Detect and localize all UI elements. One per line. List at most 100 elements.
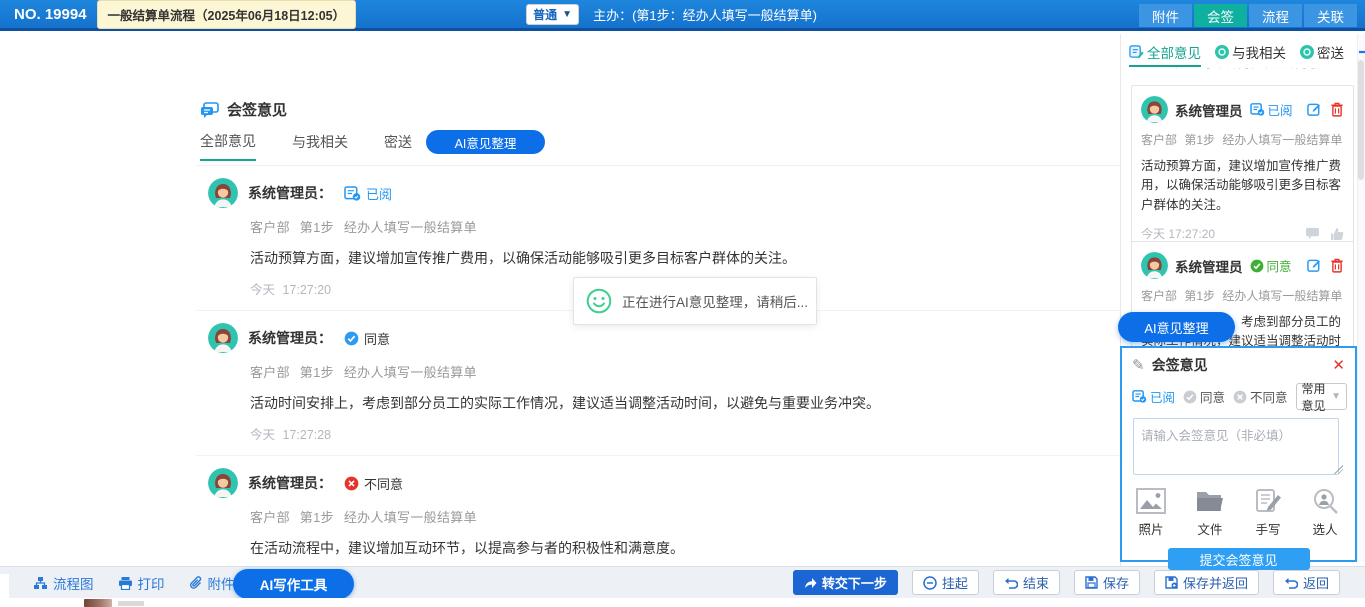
delete-trash-icon[interactable]: [1330, 102, 1344, 117]
bottom-toolbar: 流程图 打印 附件: [0, 566, 1365, 598]
tool-select-person-button[interactable]: 选人: [1311, 488, 1339, 538]
avatar: [208, 178, 238, 208]
tool-handwrite-button[interactable]: 手写: [1254, 488, 1282, 538]
tool-label: 照片: [1138, 519, 1163, 538]
handwriting-icon: [1254, 488, 1282, 514]
agree-check-icon: [344, 331, 359, 346]
priority-select-value: 普通: [533, 6, 557, 23]
ai-opinion-summary-tab[interactable]: AI意见整理: [426, 130, 545, 154]
opinion-textarea[interactable]: [1133, 418, 1339, 475]
attachment-link[interactable]: 附件: [189, 573, 235, 593]
action-label: 挂起: [942, 573, 968, 592]
folder-icon: [1195, 488, 1225, 514]
related-circle-icon: [1215, 45, 1229, 59]
forward-next-step-button[interactable]: 转交下一步: [793, 570, 898, 595]
tab-private-send[interactable]: 密送: [384, 132, 412, 160]
tab-related-to-me[interactable]: 与我相关: [292, 132, 348, 160]
tool-label: 选人: [1312, 519, 1337, 538]
preset-opinion-value: 常用意见: [1302, 380, 1332, 414]
print-link[interactable]: 打印: [118, 573, 165, 593]
status-badge: 已阅: [344, 184, 392, 203]
nav-countersign-button[interactable]: 会签: [1194, 4, 1247, 27]
thumbs-up-icon[interactable]: [1330, 227, 1344, 241]
sidebar-tab-related-to-me[interactable]: 与我相关: [1215, 42, 1286, 62]
workflow-page: NO. 19994 一般结算单流程（2025年06月18日12:05） 普通 ▼…: [0, 0, 1365, 607]
chat-bubbles-icon: [200, 102, 219, 118]
comment-meta: 客户部 第1步 经办人填写一般结算单: [250, 507, 1110, 526]
flowchart-link[interactable]: 流程图: [33, 573, 94, 593]
priority-select[interactable]: 普通 ▼: [526, 4, 579, 25]
option-agree[interactable]: 同意: [1183, 387, 1225, 406]
sidebar-tab-all-opinions[interactable]: 全部意见: [1129, 42, 1201, 67]
ai-processing-toast: 正在进行AI意见整理，请稍后...: [573, 277, 817, 325]
submit-countersign-button[interactable]: 提交会签意见: [1168, 548, 1310, 570]
close-icon[interactable]: ✕: [1332, 356, 1345, 374]
disagree-x-icon: [344, 476, 359, 491]
nav-relation-button[interactable]: 关联: [1304, 4, 1357, 27]
edit-icon[interactable]: [1307, 258, 1322, 273]
sidebar-tabs: 全部意见 与我相关 密送: [1129, 42, 1357, 68]
floppy-return-icon: [1165, 576, 1178, 589]
edit-icon[interactable]: [1307, 102, 1322, 117]
flow-title-badge: 一般结算单流程（2025年06月18日12:05）: [97, 0, 357, 29]
comment-list: 系统管理员： 已阅 客户部 第1步 经办人填写一般结算单 活动预算方面，建议增加…: [196, 165, 1120, 601]
status-badge: 同意: [344, 329, 390, 348]
comment-meta: 客户部 第1步 经办人填写一般结算单: [250, 362, 1110, 381]
comment-author: 系统管理员：: [248, 328, 332, 348]
comment-author: 系统管理员: [1175, 100, 1243, 120]
sidebar-ai-summary-button[interactable]: AI意见整理: [1118, 312, 1235, 342]
option-read[interactable]: 已阅: [1132, 387, 1175, 406]
sidebar-scrollbar-thumb[interactable]: [1358, 60, 1364, 180]
undo-arrow-icon: [1284, 577, 1298, 589]
smiley-icon: [586, 288, 612, 314]
agree-check-icon: [1250, 259, 1264, 273]
return-button[interactable]: 返回: [1273, 570, 1340, 595]
private-circle-icon: [1300, 45, 1314, 59]
tab-all-opinions[interactable]: 全部意见: [200, 131, 256, 161]
forward-arrow-icon: [804, 577, 817, 589]
person-search-icon: [1311, 488, 1339, 514]
avatar: [1141, 252, 1168, 279]
suspend-button[interactable]: 挂起: [912, 570, 979, 595]
status-label: 不同意: [364, 474, 403, 493]
finish-button[interactable]: 结束: [993, 570, 1060, 595]
tool-label: 手写: [1255, 519, 1280, 538]
read-icon: [344, 186, 361, 201]
nav-attachment-button[interactable]: 附件: [1139, 4, 1192, 27]
minus-circle-icon: [923, 576, 937, 590]
top-nav: 附件 会签 流程 关联: [1139, 4, 1357, 27]
comment-author: 系统管理员: [1175, 256, 1243, 276]
top-bar: NO. 19994 一般结算单流程（2025年06月18日12:05） 普通 ▼…: [0, 0, 1365, 31]
tool-file-button[interactable]: 文件: [1195, 488, 1225, 538]
save-button[interactable]: 保存: [1074, 570, 1140, 595]
comment-text: 活动预算方面，建议增加宣传推广费用，以确保活动能够吸引更多目标客户群体的关注。: [250, 248, 1110, 268]
comment-text: 在活动流程中，建议增加互动环节，以提高参与者的积极性和满意度。: [250, 538, 1110, 558]
option-label: 同意: [1200, 387, 1225, 406]
status-badge: 不同意: [344, 474, 403, 493]
textarea-resize-handle[interactable]: [1334, 465, 1343, 474]
sidebar-tab-private-send[interactable]: 密送: [1300, 42, 1344, 62]
status-badge: 同意: [1250, 256, 1292, 275]
reply-bubble-icon[interactable]: [1305, 227, 1320, 241]
preset-opinion-select[interactable]: 常用意见 ▼: [1296, 383, 1347, 410]
option-disagree[interactable]: 不同意: [1233, 387, 1288, 406]
option-label: 不同意: [1250, 387, 1288, 406]
main-tabs: 全部意见 与我相关 密送: [200, 131, 412, 161]
nav-process-button[interactable]: 流程: [1249, 4, 1302, 27]
link-label: 打印: [138, 573, 165, 593]
comment-time: 今天 17:27:28: [250, 424, 1110, 443]
comment-author: 系统管理员：: [248, 183, 332, 203]
save-and-return-button[interactable]: 保存并返回: [1154, 570, 1259, 595]
ai-writing-tool-button[interactable]: AI写作工具: [233, 569, 354, 599]
tool-photo-button[interactable]: 照片: [1136, 488, 1166, 538]
comment-item: 系统管理员： 同意 客户部 第1步 经办人填写一般结算单 活动时间安排上，考虑到…: [196, 311, 1120, 456]
chevron-down-icon: ▼: [1331, 391, 1341, 402]
paperclip-icon: [189, 576, 203, 591]
background-notch: [0, 574, 9, 598]
status-label: 同意: [1267, 256, 1292, 275]
comment-text: 活动预算方面，建议增加宣传推广费用，以确保活动能够吸引更多目标客户群体的关注。: [1141, 157, 1344, 215]
action-label: 转交下一步: [822, 573, 887, 592]
delete-trash-icon[interactable]: [1330, 258, 1344, 273]
collapse-panel-icon[interactable]: [1358, 44, 1365, 60]
link-label: 流程图: [53, 573, 94, 593]
